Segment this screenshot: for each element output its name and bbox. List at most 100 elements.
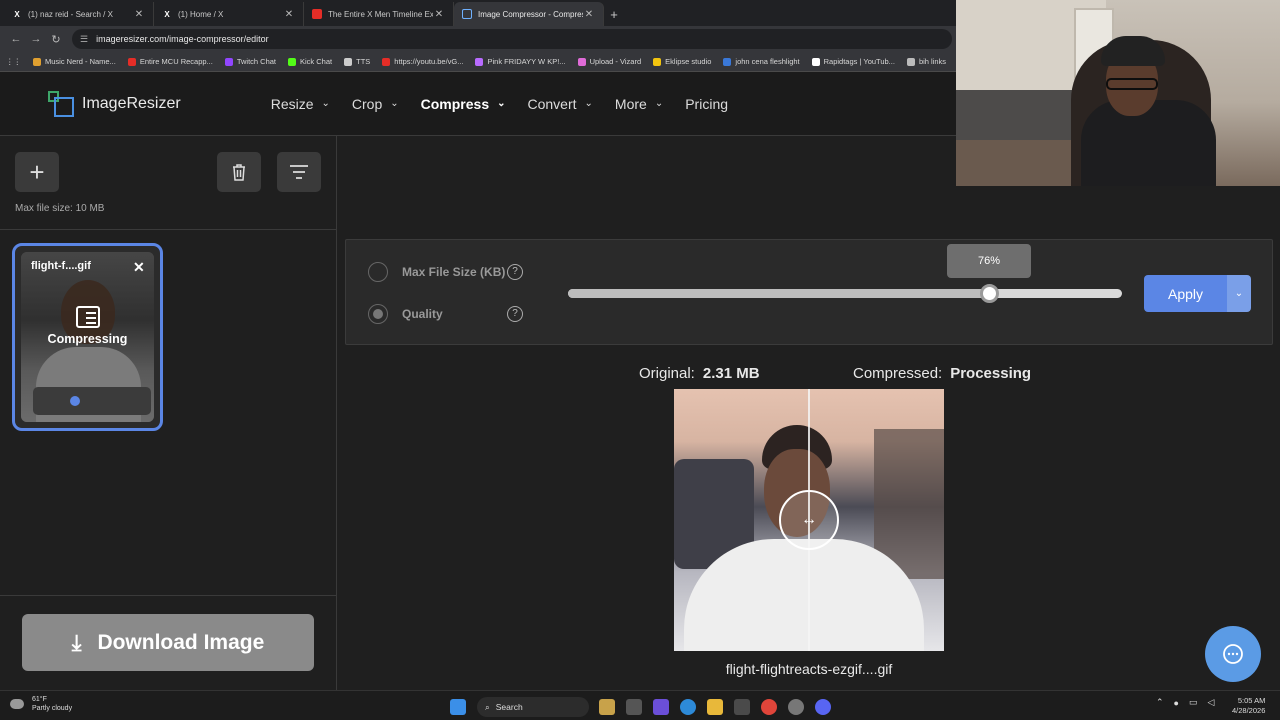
x-icon: X bbox=[164, 9, 170, 19]
bookmark-item[interactable]: john cena fleshlight bbox=[723, 57, 800, 66]
close-icon[interactable]: ✕ bbox=[433, 9, 445, 20]
chevron-down-icon: ⌄ bbox=[1234, 288, 1244, 299]
quality-slider[interactable]: 76% bbox=[568, 244, 1122, 303]
app-icon[interactable] bbox=[788, 699, 804, 715]
bookmark-item[interactable]: Twitch Chat bbox=[224, 57, 276, 66]
bookmark-item[interactable]: Pink FRIDAYY W KP!... bbox=[475, 57, 566, 66]
chevron-up-icon[interactable]: ⌃ bbox=[1156, 697, 1164, 708]
search-icon: ⌕ bbox=[485, 701, 490, 712]
quality-radio[interactable] bbox=[368, 304, 388, 324]
copilot-icon[interactable] bbox=[653, 699, 669, 715]
chevron-down-icon: ⌄ bbox=[321, 98, 330, 109]
compress-icon bbox=[75, 306, 100, 328]
webcam-overlay bbox=[956, 0, 1280, 186]
weather-widget[interactable]: 61°F Partly cloudy bbox=[10, 695, 72, 713]
bookmark-item[interactable]: https://youtu.be/vG... bbox=[382, 57, 463, 66]
compare-drag-handle-icon[interactable]: ↔ bbox=[779, 490, 839, 550]
max-file-size: Max file size: 10 MB bbox=[15, 203, 105, 214]
network-icon[interactable]: ▭ bbox=[1189, 697, 1198, 708]
nav-crop[interactable]: Crop ⌄ bbox=[352, 96, 399, 112]
site-logo[interactable]: ImageResizer bbox=[48, 90, 181, 117]
x-icon: X bbox=[14, 9, 20, 19]
help-icon[interactable]: ? bbox=[507, 264, 523, 280]
volume-icon[interactable]: ◁ bbox=[1208, 697, 1215, 708]
max-file-size-radio[interactable] bbox=[368, 262, 388, 282]
download-image-button[interactable]: ⤓ Download Image bbox=[22, 614, 314, 671]
windows-start-icon[interactable] bbox=[450, 699, 466, 715]
site-settings-icon[interactable]: ☰ bbox=[80, 34, 88, 45]
chevron-down-icon: ⌄ bbox=[654, 98, 664, 109]
bookmark-item[interactable]: Entire MCU Recapp... bbox=[127, 57, 213, 66]
nav-pricing[interactable]: Pricing bbox=[685, 96, 728, 112]
chevron-down-icon: ⌄ bbox=[390, 98, 399, 109]
close-icon[interactable]: ✕ bbox=[133, 9, 145, 20]
discord-icon[interactable] bbox=[815, 699, 831, 715]
bookmark-item[interactable]: Upload - Vizard bbox=[577, 57, 641, 66]
nav-resize[interactable]: Resize ⌄ bbox=[271, 96, 330, 112]
close-icon[interactable]: ✕ bbox=[583, 9, 595, 20]
bookmark-item[interactable]: Rapidtags | YouTub... bbox=[811, 57, 895, 66]
download-icon: ⤓ bbox=[71, 629, 82, 655]
slider-tooltip: 76% bbox=[947, 244, 1032, 278]
compression-settings: Max File Size (KB) ? Quality ? 76% Apply… bbox=[345, 239, 1273, 345]
browser-tab[interactable]: X (1) Home / X ✕ bbox=[154, 2, 304, 26]
store-icon[interactable] bbox=[734, 699, 750, 715]
bookmark-item[interactable]: TTS bbox=[344, 57, 370, 66]
sort-icon bbox=[290, 165, 308, 179]
url-text: imageresizer.com/image-compressor/editor bbox=[96, 34, 269, 44]
progress-dot bbox=[70, 396, 80, 406]
task-view-icon[interactable] bbox=[626, 699, 642, 715]
compressing-status: Compressing bbox=[15, 306, 160, 346]
bookmark-item[interactable]: Music Nerd - Name... bbox=[33, 57, 116, 66]
chat-button[interactable] bbox=[1205, 626, 1261, 682]
back-icon[interactable]: ← bbox=[6, 33, 26, 45]
image-thumbnail-card[interactable]: flight-f....gif ✕ Compressing bbox=[12, 243, 163, 431]
sort-button[interactable] bbox=[277, 152, 321, 192]
clock[interactable]: 5:05 AM 4/28/2026 bbox=[1232, 696, 1265, 716]
image-comparison-preview[interactable]: ↔ bbox=[674, 389, 944, 651]
reload-icon[interactable]: ↻ bbox=[46, 33, 66, 46]
file-explorer-icon[interactable] bbox=[707, 699, 723, 715]
slider-fill bbox=[568, 289, 990, 298]
main-editor: Max File Size (KB) ? Quality ? 76% Apply… bbox=[338, 136, 1280, 690]
help-icon[interactable]: ? bbox=[507, 306, 523, 322]
chat-icon bbox=[1223, 644, 1243, 664]
thumbnail-filename: flight-f....gif bbox=[31, 260, 91, 272]
edge-icon[interactable] bbox=[680, 699, 696, 715]
divider bbox=[0, 595, 337, 596]
close-icon[interactable]: ✕ bbox=[283, 9, 295, 20]
bookmark-item[interactable]: Eklipse studio bbox=[653, 57, 711, 66]
divider bbox=[0, 229, 337, 230]
bookmark-item[interactable]: Kick Chat bbox=[288, 57, 332, 66]
remove-image-icon[interactable]: ✕ bbox=[133, 259, 145, 276]
taskbar-search[interactable]: ⌕ Search bbox=[477, 697, 589, 717]
chrome-icon[interactable] bbox=[761, 699, 777, 715]
browser-tab[interactable]: X (1) naz reid - Search / X ✕ bbox=[4, 2, 154, 26]
trash-icon bbox=[233, 164, 245, 181]
bookmark-item[interactable]: bih links bbox=[906, 57, 946, 66]
cloud-icon bbox=[10, 699, 24, 709]
widgets-icon[interactable] bbox=[599, 699, 615, 715]
browser-tab[interactable]: The Entire X Men Timeline Expl ✕ bbox=[304, 2, 454, 26]
forward-icon[interactable]: → bbox=[26, 33, 46, 45]
system-tray: ⌃ ● ▭ ◁ bbox=[1156, 697, 1224, 708]
imageresizer-logo-icon bbox=[48, 90, 74, 117]
nav-more[interactable]: More ⌄ bbox=[615, 96, 663, 112]
apps-icon[interactable]: ⋮⋮ bbox=[6, 57, 21, 66]
add-image-button[interactable]: + bbox=[15, 152, 59, 192]
delete-button[interactable] bbox=[217, 152, 261, 192]
compressed-size: Compressed: Processing bbox=[853, 365, 1032, 382]
address-bar[interactable]: ☰ imageresizer.com/image-compressor/edit… bbox=[72, 29, 952, 49]
max-file-size-label: Max File Size (KB) bbox=[402, 265, 506, 279]
slider-handle[interactable] bbox=[980, 284, 1000, 303]
left-panel: + Max file size: 10 MB flight-f....gif ✕… bbox=[0, 136, 337, 690]
nav-convert[interactable]: Convert ⌄ bbox=[528, 96, 593, 112]
nav-compress[interactable]: Compress ⌄ bbox=[421, 96, 506, 112]
site-nav: Resize ⌄ Crop ⌄ Compress ⌄ Convert ⌄ More ⌄ P… bbox=[271, 96, 750, 112]
apply-button[interactable]: Apply bbox=[1144, 275, 1227, 312]
apply-dropdown-button[interactable]: ⌄ bbox=[1227, 275, 1251, 312]
browser-tab-active[interactable]: Image Compressor - Compress ✕ bbox=[454, 2, 604, 26]
chevron-down-icon: ⌄ bbox=[584, 98, 593, 109]
mic-icon[interactable]: ● bbox=[1174, 698, 1179, 708]
new-tab-button[interactable]: + bbox=[604, 2, 624, 26]
